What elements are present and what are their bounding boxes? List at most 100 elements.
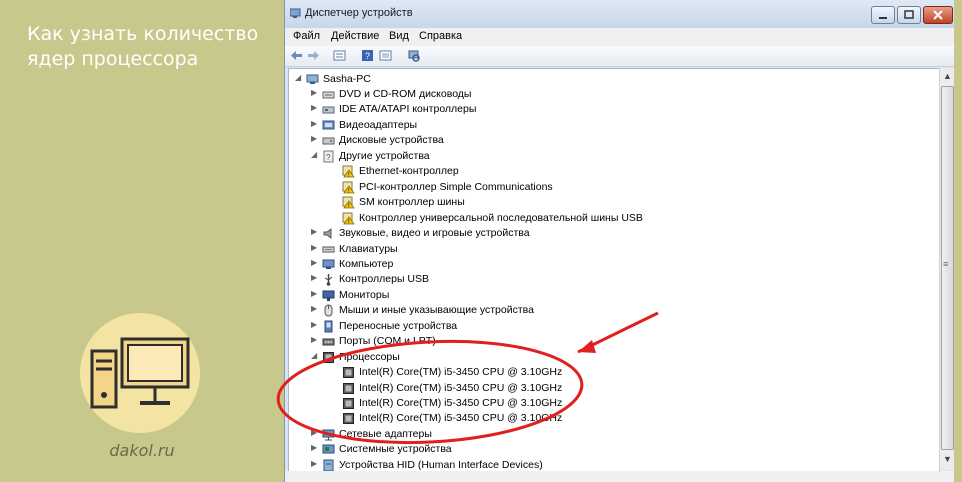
menu-view[interactable]: Вид — [389, 30, 409, 42]
menu-action[interactable]: Действие — [331, 30, 379, 42]
warning-device-icon: ! — [342, 212, 355, 225]
keyboard-icon — [322, 246, 335, 253]
tree-item-label: Контроллер универсальной последовательно… — [359, 212, 643, 224]
site-name: dakol.ru — [109, 441, 175, 460]
scroll-up-icon[interactable]: ▲ — [943, 71, 952, 81]
tree-item-label: Мониторы — [339, 289, 390, 301]
svg-text:?: ? — [365, 51, 370, 61]
tree-item-label: Sasha-PC — [323, 73, 371, 85]
expand-arrow-icon[interactable]: ▶ — [311, 428, 319, 437]
disk-drive-icon — [322, 137, 335, 145]
device-manager-icon — [290, 8, 301, 18]
processor-icon — [343, 383, 354, 394]
tree-item-label: Intel(R) Core(TM) i5-3450 CPU @ 3.10GHz — [359, 412, 563, 424]
tree-item-label: Переносные устройства — [339, 320, 458, 332]
computer-logo — [80, 313, 200, 433]
svg-text:?: ? — [326, 153, 331, 162]
tree-item-label: PCI-контроллер Simple Communications — [359, 181, 553, 193]
window-title: Диспетчер устройств — [305, 7, 413, 19]
portable-device-icon — [324, 320, 333, 333]
back-arrow-icon[interactable] — [290, 49, 303, 62]
tree-item-label: Дисковые устройства — [339, 134, 444, 146]
expand-arrow-icon[interactable]: ▶ — [311, 459, 319, 468]
tree-item-label: Устройства HID (Human Interface Devices) — [339, 459, 543, 471]
expand-arrow-icon[interactable]: ▶ — [311, 243, 319, 252]
tree-item-label: Видеоадаптеры — [339, 119, 418, 131]
maximize-button[interactable] — [897, 6, 921, 24]
tree-item-label: SM контроллер шины — [359, 196, 465, 208]
expand-arrow-icon[interactable]: ▶ — [311, 443, 319, 452]
usb-icon — [324, 274, 333, 286]
device-tree[interactable]: ◢ Sasha-PC ▶ DVD и CD-ROM дисководы ▶ IDE ATA… — [288, 68, 940, 472]
expand-arrow-icon[interactable]: ▶ — [311, 320, 319, 329]
tree-item-label: Клавиатуры — [339, 243, 398, 255]
tree-item-label: Компьютер — [339, 258, 394, 270]
other-devices-icon: ? — [323, 150, 334, 163]
expand-arrow-icon[interactable]: ▶ — [311, 134, 319, 143]
tree-item-label: Мыши и иные указывающие устройства — [339, 304, 534, 316]
tree-item-label: DVD и CD-ROM дисководы — [339, 88, 472, 100]
tree-item-label: Сетевые адаптеры — [339, 428, 432, 440]
expand-arrow-icon[interactable]: ▶ — [311, 227, 319, 236]
tree-item-label: Другие устройства — [339, 150, 430, 162]
scroll-thumb[interactable]: ≡ — [941, 86, 954, 450]
right-border — [953, 0, 962, 482]
minimize-icon — [879, 17, 887, 19]
ide-controller-icon — [322, 106, 335, 114]
speaker-icon — [323, 228, 332, 239]
title-bar[interactable]: Диспетчер устройств — [285, 0, 954, 28]
expand-arrow-icon[interactable]: ▶ — [311, 103, 319, 112]
scan-hardware-icon[interactable] — [407, 49, 420, 62]
dvd-drive-icon — [322, 91, 335, 99]
display-adapter-icon — [322, 120, 335, 130]
promo-panel: Как узнать количество ядер процессора da… — [0, 0, 284, 482]
expand-arrow-icon[interactable]: ▶ — [311, 335, 319, 344]
device-manager-window: Диспетчер устройств Файл Действие Вид Сп… — [284, 0, 954, 482]
status-bar — [285, 471, 954, 482]
tree-item-label: Звуковые, видео и игровые устройства — [339, 227, 530, 239]
expand-arrow-icon[interactable]: ▶ — [311, 119, 319, 128]
computer-icon — [322, 259, 335, 269]
tree-item-label: Intel(R) Core(TM) i5-3450 CPU @ 3.10GHz — [359, 397, 563, 409]
computer-logo-icon — [90, 337, 190, 409]
close-button[interactable] — [923, 6, 953, 24]
properties-icon[interactable] — [333, 49, 346, 62]
expand-arrow-icon[interactable]: ▶ — [311, 273, 319, 282]
monitor-icon — [322, 290, 335, 301]
maximize-icon — [904, 10, 914, 19]
network-adapter-icon — [322, 429, 335, 441]
processor-icon — [343, 413, 354, 424]
update-driver-icon[interactable] — [379, 49, 392, 62]
minimize-button[interactable] — [871, 6, 895, 24]
processor-icon — [343, 367, 354, 378]
promo-headline: Как узнать количество ядер процессора — [27, 23, 259, 70]
collapse-arrow-icon[interactable]: ◢ — [295, 73, 303, 82]
menu-bar: Файл Действие Вид Справка — [285, 28, 954, 47]
tree-item-label: Системные устройства — [339, 443, 452, 455]
scroll-down-icon[interactable]: ▼ — [943, 454, 952, 464]
vertical-scrollbar[interactable]: ▲ ≡ ▼ — [939, 68, 954, 470]
collapse-arrow-icon[interactable]: ◢ — [311, 150, 319, 159]
mouse-icon — [324, 304, 333, 317]
grip-icon: ≡ — [943, 259, 949, 269]
expand-arrow-icon[interactable]: ▶ — [311, 88, 319, 97]
tree-item-label: Intel(R) Core(TM) i5-3450 CPU @ 3.10GHz — [359, 382, 563, 394]
warning-device-icon: ! — [342, 181, 355, 194]
warning-device-icon: ! — [342, 196, 355, 209]
tree-item-label: Intel(R) Core(TM) i5-3450 CPU @ 3.10GHz — [359, 366, 563, 378]
system-device-icon — [322, 444, 335, 454]
expand-arrow-icon[interactable]: ▶ — [311, 258, 319, 267]
expand-arrow-icon[interactable]: ▶ — [311, 304, 319, 313]
menu-help[interactable]: Справка — [419, 30, 462, 42]
menu-file[interactable]: Файл — [293, 30, 320, 42]
collapse-arrow-icon[interactable]: ◢ — [311, 351, 319, 360]
processor-icon — [323, 352, 334, 363]
tree-item-label: Процессоры — [339, 351, 400, 363]
expand-arrow-icon[interactable]: ▶ — [311, 289, 319, 298]
tree-item-label: Контроллеры USB — [339, 273, 429, 285]
tree-item-label: IDE ATA/ATAPI контроллеры — [339, 103, 477, 115]
help-icon[interactable]: ? — [361, 49, 374, 62]
forward-arrow-icon[interactable] — [307, 49, 320, 62]
toolbar: ? — [285, 46, 954, 67]
warning-device-icon: ! — [342, 165, 355, 178]
